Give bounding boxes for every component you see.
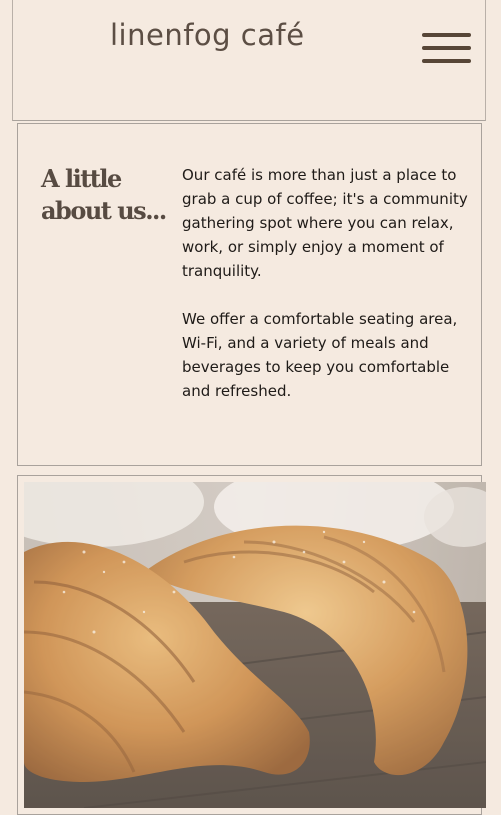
hamburger-menu-icon[interactable] xyxy=(420,30,472,66)
about-heading: A little about us... xyxy=(41,164,167,225)
about-paragraph: We offer a comfortable seating area, Wi-… xyxy=(182,310,458,400)
site-logo-text[interactable]: linenfog café xyxy=(110,18,305,52)
menu-bar-middle xyxy=(422,46,471,50)
menu-bar-bottom xyxy=(422,59,471,63)
croissant-photo xyxy=(24,482,486,808)
about-paragraph: Our café is more than just a place to gr… xyxy=(182,166,468,280)
about-body: Our café is more than just a place to gr… xyxy=(182,163,474,427)
site-header: linenfog café xyxy=(12,0,486,121)
photo-section xyxy=(17,475,486,815)
about-section: A little about us... Our café is more th… xyxy=(17,123,482,466)
menu-bar-top xyxy=(422,33,471,37)
page: linenfog café A little about us... Our c… xyxy=(0,0,501,815)
